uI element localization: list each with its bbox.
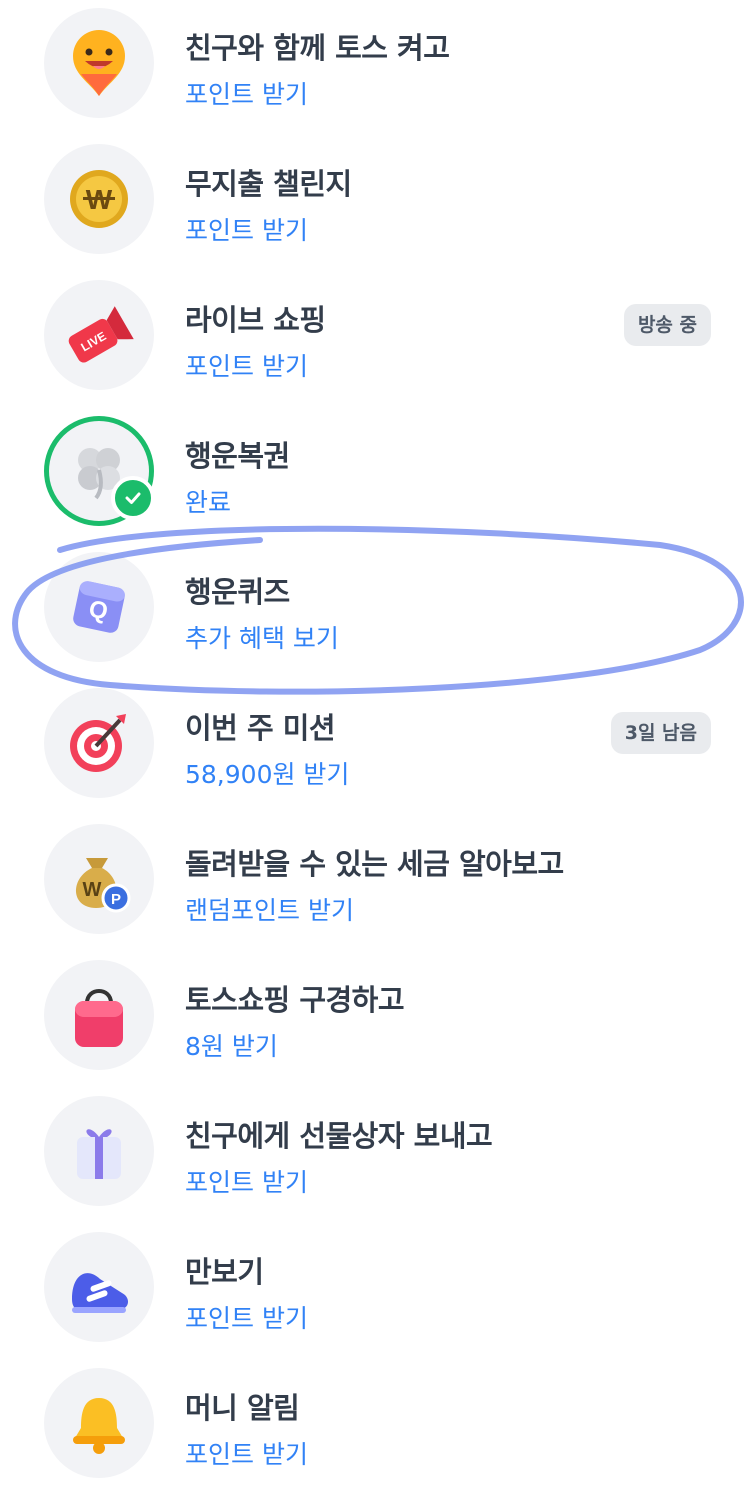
- bell-icon: [44, 1368, 154, 1478]
- target-dart-icon: [44, 688, 154, 798]
- item-title: 이번 주 미션: [185, 711, 336, 745]
- item-title: 라이브 쇼핑: [185, 303, 326, 337]
- item-action-link[interactable]: 포인트 받기: [185, 1435, 308, 1471]
- item-title: 무지출 챌린지: [185, 167, 352, 201]
- list-item-money-alert[interactable]: 머니 알림 포인트 받기: [0, 1360, 756, 1496]
- benefit-list: 친구와 함께 토스 켜고 포인트 받기 W 무지출 챌린지 포인트 받기 LIV…: [0, 0, 756, 1497]
- item-title: 머니 알림: [185, 1391, 300, 1425]
- svg-text:W: W: [83, 879, 102, 901]
- point-glyph: P: [111, 891, 121, 908]
- item-status-text: 완료: [185, 488, 232, 517]
- list-item-weekly-mission[interactable]: 이번 주 미션 58,900원 받기 3일 남음: [0, 680, 756, 816]
- item-title: 만보기: [185, 1255, 264, 1289]
- item-action-link[interactable]: 포인트 받기: [185, 75, 308, 111]
- list-item-no-spend-challenge[interactable]: W 무지출 챌린지 포인트 받기: [0, 136, 756, 272]
- smiley-pin-icon: [44, 8, 154, 118]
- item-action-link[interactable]: 포인트 받기: [185, 1163, 308, 1199]
- list-item-tax-refund[interactable]: W P 돌려받을 수 있는 세금 알아보고 랜덤포인트 받기: [0, 816, 756, 952]
- item-title: 돌려받을 수 있는 세금 알아보고: [185, 847, 564, 881]
- item-title: 친구에게 선물상자 보내고: [185, 1119, 493, 1153]
- list-item-toss-with-friends[interactable]: 친구와 함께 토스 켜고 포인트 받기: [0, 0, 756, 136]
- live-status-badge: 방송 중: [623, 304, 711, 346]
- completed-check-icon: [111, 476, 155, 520]
- money-bag-icon: W P: [44, 824, 154, 934]
- sneaker-icon: [44, 1232, 154, 1342]
- list-item-lucky-quiz[interactable]: Q 행운퀴즈 추가 혜택 보기: [0, 544, 756, 680]
- item-action-link[interactable]: 58,900원 받기: [185, 755, 349, 791]
- shopping-bag-icon: [44, 960, 154, 1070]
- item-action-link[interactable]: 랜덤포인트 받기: [185, 891, 354, 927]
- list-item-pedometer[interactable]: 만보기 포인트 받기: [0, 1224, 756, 1360]
- item-title: 친구와 함께 토스 켜고: [185, 31, 450, 65]
- list-item-gift-box[interactable]: 친구에게 선물상자 보내고 포인트 받기: [0, 1088, 756, 1224]
- item-action-link[interactable]: 8원 받기: [185, 1027, 278, 1063]
- item-action-link[interactable]: 포인트 받기: [185, 347, 308, 383]
- quiz-cube-icon: Q: [44, 552, 154, 662]
- list-item-live-shopping[interactable]: LIVE 라이브 쇼핑 포인트 받기 방송 중: [0, 272, 756, 408]
- live-megaphone-icon: LIVE: [44, 280, 154, 390]
- days-left-badge: 3일 남음: [610, 712, 711, 754]
- list-item-lucky-lottery[interactable]: 행운복권 완료: [0, 408, 756, 544]
- item-action-link[interactable]: 포인트 받기: [185, 1299, 308, 1335]
- gift-box-icon: [44, 1096, 154, 1206]
- item-title: 행운퀴즈: [185, 575, 290, 609]
- item-action-link[interactable]: 포인트 받기: [185, 211, 308, 247]
- won-coin-icon: W: [44, 144, 154, 254]
- item-title: 행운복권: [185, 439, 290, 473]
- list-item-toss-shopping[interactable]: 토스쇼핑 구경하고 8원 받기: [0, 952, 756, 1088]
- item-title: 토스쇼핑 구경하고: [185, 983, 405, 1017]
- item-action-link[interactable]: 추가 혜택 보기: [185, 619, 339, 655]
